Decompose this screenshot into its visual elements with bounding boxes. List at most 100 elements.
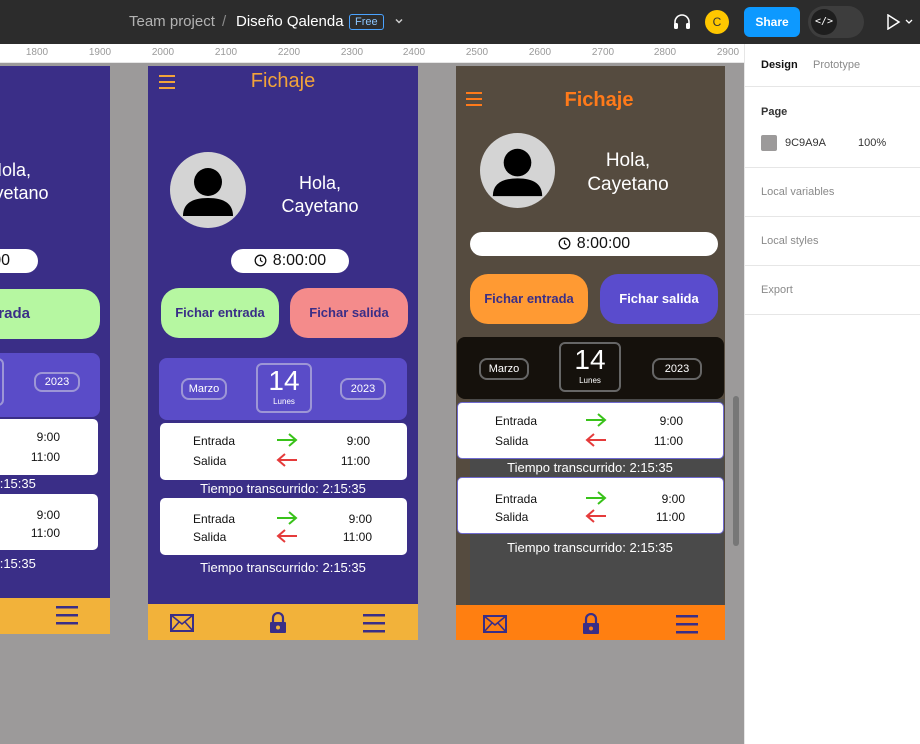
code-icon: </> xyxy=(811,9,837,35)
time-record-card: 9:00 11:00 xyxy=(0,419,98,475)
export-label[interactable]: Export xyxy=(761,284,793,296)
user-avatar[interactable]: C xyxy=(705,10,729,34)
entry-time: 9:00 xyxy=(659,414,683,428)
mail-icon[interactable] xyxy=(169,612,195,634)
lock-icon[interactable] xyxy=(265,612,291,634)
chevron-down-icon[interactable] xyxy=(393,15,405,27)
ruler-tick: 2000 xyxy=(151,47,175,58)
exit-time: 11:00 xyxy=(340,454,370,468)
day-number: 14 xyxy=(268,365,300,396)
day-selector[interactable]: 14 Lunes xyxy=(559,342,621,392)
menu-icon[interactable] xyxy=(361,612,387,634)
entry-label: Entrada xyxy=(193,434,236,448)
exit-time: 11:00 xyxy=(653,434,683,448)
app-title: Fichaje xyxy=(250,70,316,92)
clock-display: 8:00:00 xyxy=(470,232,718,256)
tab-design[interactable]: Design xyxy=(761,59,798,71)
breadcrumb-separator: / xyxy=(222,13,227,30)
menu-icon[interactable] xyxy=(674,613,700,635)
clock-in-button[interactable]: Fichar entrada xyxy=(161,288,279,338)
frame-fichaje-brown[interactable]: Fichaje Hola, Cayetano 8:00:00 Fichar en… xyxy=(456,66,725,640)
lock-icon[interactable] xyxy=(578,613,604,635)
ruler-tick: 1800 xyxy=(25,47,49,58)
clock-value: 8:00:00 xyxy=(272,252,327,269)
canvas-scrollbar[interactable] xyxy=(733,396,739,546)
local-variables-label[interactable]: Local variables xyxy=(761,186,834,198)
file-name[interactable]: Diseño Qalenda xyxy=(236,13,344,30)
page-color-opacity[interactable]: 100% xyxy=(858,137,886,149)
date-selector: Marzo 14 Lunes 2023 xyxy=(457,337,724,399)
share-button[interactable]: Share xyxy=(744,7,800,37)
date-selector[interactable]: 2023 xyxy=(0,353,100,417)
date-selector: Marzo 14 Lunes 2023 xyxy=(159,358,407,420)
arrow-right-icon xyxy=(586,413,607,427)
local-styles-section[interactable]: Local styles xyxy=(745,217,920,266)
hamburger-icon[interactable] xyxy=(466,92,482,106)
bottom-nav xyxy=(0,598,110,634)
entry-time: 9:00 xyxy=(346,434,370,448)
app-title: Fichaje xyxy=(564,89,634,111)
exit-time: 11:00 xyxy=(30,450,60,464)
toolbar: Team project / Diseño Qalenda Free C Sha… xyxy=(0,0,920,44)
arrow-left-icon xyxy=(585,509,606,523)
breadcrumb-team[interactable]: Team project xyxy=(129,13,215,30)
clock-in-button[interactable]: Fichar entrada xyxy=(0,289,100,339)
entry-label: Entrada xyxy=(193,512,236,526)
arrow-left-icon xyxy=(276,529,297,543)
time-record-card: Entrada 9:00 Salida 11:00 xyxy=(160,498,407,555)
tab-prototype[interactable]: Prototype xyxy=(813,59,860,71)
month-selector[interactable]: Marzo xyxy=(181,378,227,400)
exit-time: 11:00 xyxy=(342,530,372,544)
page-color-swatch[interactable] xyxy=(761,135,777,151)
clock-out-button[interactable]: Fichar salida xyxy=(290,288,408,338)
day-box-partial[interactable] xyxy=(0,358,4,406)
headphones-icon[interactable] xyxy=(672,12,692,32)
plan-badge: Free xyxy=(349,14,384,30)
design-canvas[interactable]: e Hola, Cayetano 8:00:00 Fichar entrada … xyxy=(0,63,744,744)
exit-time: 11:00 xyxy=(655,510,685,524)
month-selector[interactable]: Marzo xyxy=(479,358,529,380)
local-variables-section[interactable]: Local variables xyxy=(745,168,920,217)
clock-display: 8:00:00 xyxy=(0,249,38,273)
elapsed-time: Tiempo transcurrido: 2:15:35 xyxy=(0,476,36,491)
entry-time: 9:00 xyxy=(348,512,372,526)
clock-out-button[interactable]: Fichar salida xyxy=(600,274,718,324)
elapsed-time: Tiempo transcurrido: 2:15:35 xyxy=(0,556,36,571)
bottom-nav xyxy=(456,605,725,640)
profile-avatar[interactable] xyxy=(170,152,246,228)
menu-icon[interactable] xyxy=(54,604,80,626)
year-selector[interactable]: 2023 xyxy=(652,358,702,380)
ruler-tick: 2700 xyxy=(591,47,615,58)
ruler-tick: 2300 xyxy=(340,47,364,58)
local-styles-label[interactable]: Local styles xyxy=(761,235,818,247)
time-record-card: 9:00 11:00 xyxy=(0,494,98,550)
day-selector[interactable]: 14 Lunes xyxy=(256,363,312,413)
clock-value: 8:00:00 xyxy=(576,235,631,252)
greeting-text: Hola, Cayetano xyxy=(281,173,359,216)
play-icon[interactable] xyxy=(886,14,916,30)
greeting-text: Hola, Cayetano xyxy=(0,160,49,203)
horizontal-ruler: 1800 1900 2000 2100 2200 2300 2400 2500 … xyxy=(0,44,744,63)
page-color-hex[interactable]: 9C9A9A xyxy=(785,137,826,149)
time-record-card: Entrada 9:00 Salida 11:00 xyxy=(160,423,407,480)
year-selector[interactable]: 2023 xyxy=(34,372,80,392)
arrow-right-icon xyxy=(277,511,298,525)
mail-icon[interactable] xyxy=(482,613,508,635)
exit-time: 11:00 xyxy=(30,526,60,540)
time-record-card: Entrada 9:00 Salida 11:00 xyxy=(457,477,724,534)
bottom-nav xyxy=(148,604,418,640)
hamburger-icon[interactable] xyxy=(159,75,175,89)
export-section[interactable]: Export xyxy=(745,266,920,315)
entry-time: 9:00 xyxy=(36,430,60,444)
year-selector[interactable]: 2023 xyxy=(340,378,386,400)
app-title-partial: e xyxy=(0,69,10,92)
user-icon xyxy=(492,148,543,197)
frame-fichaje-purple[interactable]: Fichaje Hola, Cayetano 8:00:00 Fichar en… xyxy=(148,66,418,640)
elapsed-time: Tiempo transcurrido: 2:15:35 xyxy=(200,560,366,575)
clock-in-button[interactable]: Fichar entrada xyxy=(470,274,588,324)
frame-fichaje-left[interactable]: e Hola, Cayetano 8:00:00 Fichar entrada … xyxy=(0,66,110,634)
exit-label: Salida xyxy=(193,530,227,544)
profile-avatar[interactable] xyxy=(480,133,555,208)
arrow-right-icon xyxy=(586,491,607,505)
dev-mode-toggle[interactable]: </> xyxy=(808,6,864,38)
